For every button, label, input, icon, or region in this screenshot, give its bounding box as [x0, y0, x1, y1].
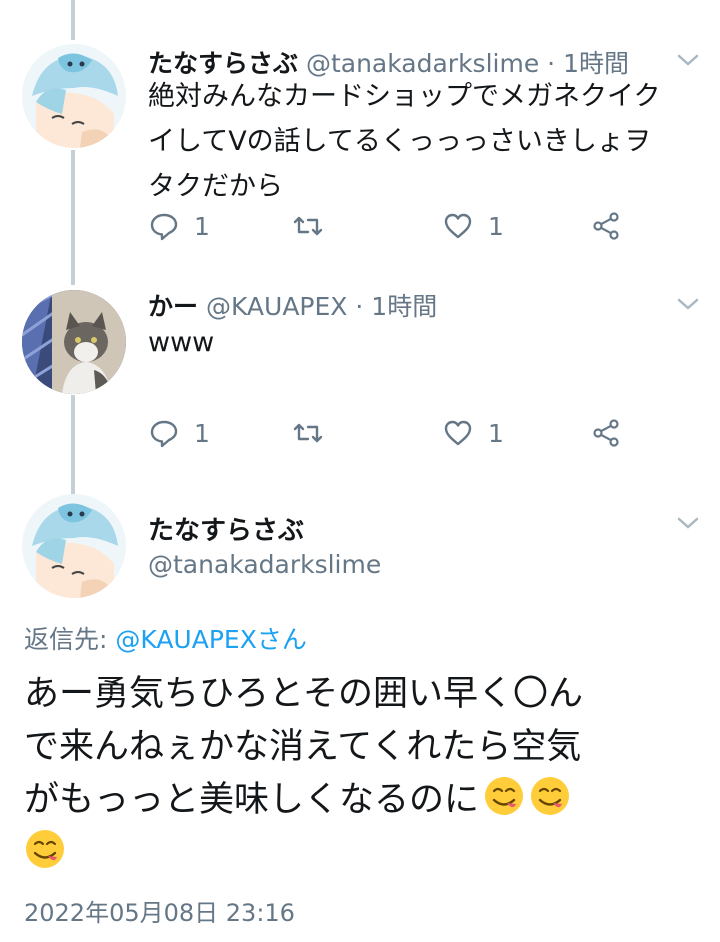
like-button[interactable]: 1 [442, 411, 504, 455]
savoring-food-emoji-icon [531, 777, 570, 815]
retweet-icon [293, 423, 323, 443]
reply-to-line: 返信先: @KAUAPEXさん [24, 620, 307, 656]
reply-count: 1 [194, 211, 210, 241]
reply-count: 1 [194, 418, 210, 448]
retweet-button[interactable] [292, 204, 324, 248]
savoring-food-emoji-icon [26, 830, 64, 868]
thread-line-top [71, 0, 75, 40]
main-tweet-text: あー勇気ちひろとその囲い早く〇ん で来んねぇかな消えてくれたら空気 がもっっと美… [24, 668, 704, 880]
thread-line-mid [71, 150, 75, 285]
chevron-down-icon[interactable] [676, 515, 700, 531]
like-count: 1 [488, 211, 504, 241]
tweet-text: www [148, 327, 215, 358]
avatar[interactable] [22, 290, 126, 394]
tweet-timestamp: 2022年05月08日 23:16 [24, 899, 295, 927]
tweet-text: 絶対みんなカードショップでメガネクイク イしてVの話してるくっっっさいきしょヲ … [148, 81, 661, 202]
tweet-actions: 1 1 [148, 204, 638, 248]
reply-icon [150, 420, 178, 448]
tweet-header: かー @KAUAPEX · 1時間 [148, 287, 437, 323]
tweet-actions: 1 1 [148, 411, 638, 455]
avatar[interactable] [22, 44, 126, 148]
user-handle[interactable]: @tanakadarkslime [148, 550, 381, 579]
display-name[interactable]: たなすらさぶ [148, 510, 304, 547]
thread-line-bottom [71, 395, 75, 495]
share-icon [593, 212, 619, 240]
chevron-down-icon[interactable] [676, 296, 700, 312]
relative-time: · 1時間 [355, 292, 438, 321]
retweet-button[interactable] [292, 411, 324, 455]
share-button[interactable] [590, 204, 622, 248]
chevron-down-icon[interactable] [676, 52, 700, 68]
reply-icon [150, 213, 178, 241]
user-handle[interactable]: @KAUAPEX [206, 292, 347, 321]
savoring-food-emoji-icon [485, 777, 524, 815]
reply-button[interactable]: 1 [148, 204, 210, 248]
like-button[interactable]: 1 [442, 204, 504, 248]
retweet-icon [293, 216, 323, 236]
avatar[interactable] [22, 494, 126, 598]
like-count: 1 [488, 418, 504, 448]
heart-icon [444, 213, 472, 239]
display-name[interactable]: かー [148, 292, 198, 321]
reply-to-link[interactable]: @KAUAPEXさん [115, 625, 306, 654]
reply-button[interactable]: 1 [148, 411, 210, 455]
reply-to-label: 返信先: [24, 625, 116, 654]
heart-icon [444, 420, 472, 446]
share-icon [593, 419, 619, 447]
share-button[interactable] [590, 411, 622, 455]
